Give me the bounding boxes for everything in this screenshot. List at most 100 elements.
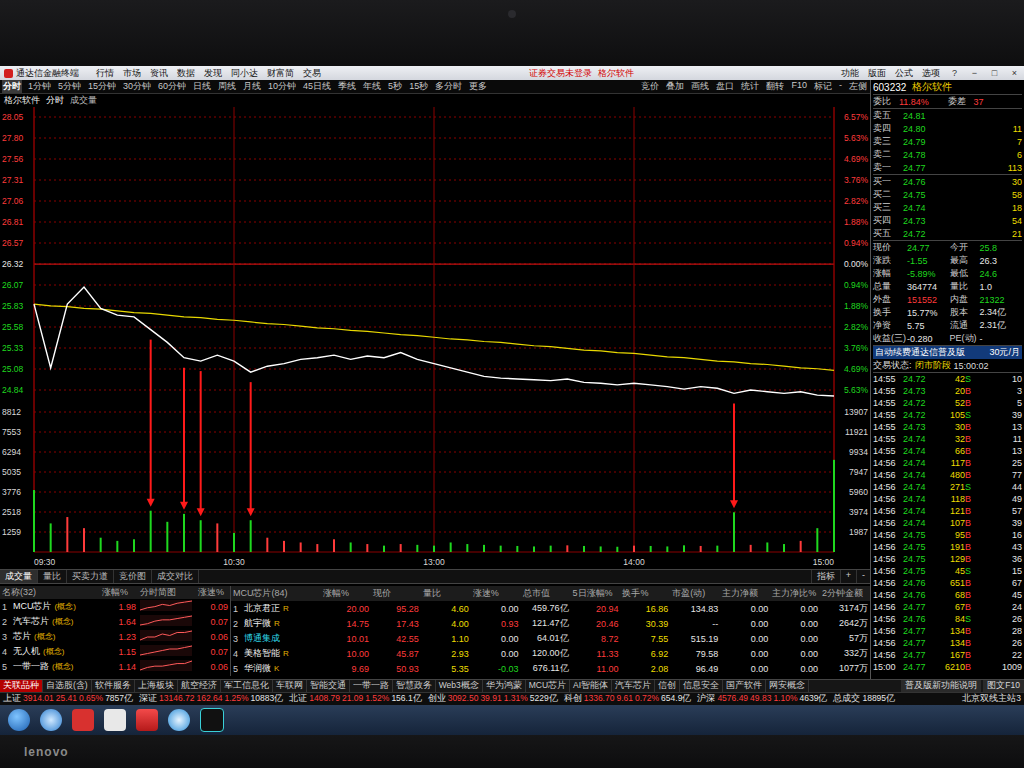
column-header[interactable]: 涨幅% xyxy=(321,587,371,600)
period-button[interactable]: 60分钟 xyxy=(157,80,187,93)
sheet-link[interactable]: 图文F10 xyxy=(983,680,1024,692)
trading-app-icon[interactable] xyxy=(136,709,158,731)
sheet-tab[interactable]: 车联网 xyxy=(273,680,307,692)
indicator-tab[interactable]: 竞价图 xyxy=(114,570,152,583)
period-button[interactable]: 5分钟 xyxy=(57,80,82,93)
action-button[interactable]: 叠加 xyxy=(665,80,685,93)
column-header[interactable]: MCU芯片(84) xyxy=(231,587,321,600)
period-button[interactable]: 15分钟 xyxy=(87,80,117,93)
column-header[interactable]: 主力净比% xyxy=(770,587,820,600)
wps-icon[interactable] xyxy=(72,709,94,731)
sector-row[interactable]: 3芯片(概念)1.230.06 xyxy=(0,629,230,644)
index-quote[interactable]: 创业3092.5039.911.31%5229亿 xyxy=(428,693,558,705)
period-button[interactable]: 5秒 xyxy=(387,80,403,93)
period-button[interactable]: 季线 xyxy=(337,80,357,93)
index-quote[interactable]: 上证3914.0125.410.65%7857亿 xyxy=(3,693,133,705)
folder-icon[interactable] xyxy=(104,709,126,731)
indicator-tab[interactable]: 量比 xyxy=(38,570,67,583)
indicator-button[interactable]: 指标 xyxy=(811,570,840,583)
indicator-button[interactable]: - xyxy=(856,570,870,583)
menu-item[interactable]: 财富简 xyxy=(267,67,294,80)
window-control[interactable]: × xyxy=(1009,68,1020,78)
tool-menu[interactable]: 公式 xyxy=(895,67,913,80)
column-header[interactable]: 涨幅% xyxy=(100,586,138,599)
period-button[interactable]: 周线 xyxy=(217,80,237,93)
sheet-tab[interactable]: 关联品种 xyxy=(0,680,43,692)
indicator-tab[interactable]: 成交量 xyxy=(0,570,38,583)
period-button[interactable]: 10分钟 xyxy=(267,80,297,93)
menu-item[interactable]: 资讯 xyxy=(150,67,168,80)
menu-item[interactable]: 市场 xyxy=(123,67,141,80)
period-button[interactable]: 更多 xyxy=(468,80,488,93)
sector-row[interactable]: 5一带一路(概念)1.140.06 xyxy=(0,659,230,674)
browser2-icon[interactable] xyxy=(168,709,190,731)
period-button[interactable]: 1分钟 xyxy=(27,80,52,93)
index-quote[interactable]: 沪深4576.4949.831.10%4639亿 xyxy=(697,693,827,705)
action-button[interactable]: F10 xyxy=(790,80,808,93)
period-button[interactable]: 多分时 xyxy=(434,80,463,93)
window-control[interactable]: □ xyxy=(989,68,1000,78)
stock-row[interactable]: 5华润微K9.6950.935.35-0.03676.11亿11.002.089… xyxy=(231,661,870,676)
sheet-tab[interactable]: 智能交通 xyxy=(307,680,350,692)
sheet-tab[interactable]: 智慧政务 xyxy=(393,680,436,692)
sheet-tab[interactable]: 军工信息化 xyxy=(221,680,273,692)
period-button[interactable]: 月线 xyxy=(242,80,262,93)
index-quote[interactable]: 科创1336.709.610.72%654.9亿 xyxy=(564,693,692,705)
column-header[interactable]: 主力净额 xyxy=(720,587,770,600)
column-header[interactable]: 名称(32) xyxy=(0,586,100,599)
action-button[interactable]: 翻转 xyxy=(765,80,785,93)
column-header[interactable]: 5日涨幅% xyxy=(571,587,621,600)
action-button[interactable]: - xyxy=(838,80,843,93)
action-button[interactable]: 标记 xyxy=(813,80,833,93)
stock-row[interactable]: 4美格智能R10.0045.872.930.00120.00亿11.336.92… xyxy=(231,646,870,661)
column-header[interactable]: 涨速% xyxy=(196,586,230,599)
stock-row[interactable]: 3博通集成10.0142.551.100.0064.01亿8.727.55515… xyxy=(231,631,870,646)
sector-row[interactable]: 1MCU芯片(概念)1.980.09 xyxy=(0,599,230,614)
menu-item[interactable]: 发现 xyxy=(204,67,222,80)
action-button[interactable]: 竞价 xyxy=(640,80,660,93)
column-header[interactable]: 换手% xyxy=(620,587,670,600)
period-button[interactable]: 年线 xyxy=(362,80,382,93)
sheet-tab[interactable]: 软件服务 xyxy=(92,680,135,692)
menu-item[interactable]: 交易 xyxy=(303,67,321,80)
index-quote[interactable]: 深证13146.72162.641.25%10883亿 xyxy=(139,693,283,705)
sheet-link[interactable]: 普及版新功能说明 xyxy=(901,680,981,692)
sheet-tab[interactable]: 信息安全 xyxy=(680,680,723,692)
sheet-tab[interactable]: 国产软件 xyxy=(723,680,766,692)
sheet-tab[interactable]: 一带一路 xyxy=(350,680,393,692)
sheet-tab[interactable]: 航空经济 xyxy=(178,680,221,692)
sheet-tab[interactable]: 华为鸿蒙 xyxy=(483,680,526,692)
period-button[interactable]: 45日线 xyxy=(302,80,332,93)
menu-item[interactable]: 数据 xyxy=(177,67,195,80)
indicator-tab[interactable]: 成交对比 xyxy=(152,570,199,583)
tool-menu[interactable]: 功能 xyxy=(841,67,859,80)
column-header[interactable]: 分时简图 xyxy=(138,586,196,599)
intraday-chart[interactable]: 28.0527.8027.5627.3127.0626.8126.5726.32… xyxy=(0,107,870,569)
menu-item[interactable]: 同小达 xyxy=(231,67,258,80)
sheet-tab[interactable]: 网安概念 xyxy=(766,680,809,692)
window-control[interactable]: ? xyxy=(949,68,960,78)
index-quote[interactable]: 北证1408.7921.091.52%156.1亿 xyxy=(289,693,421,705)
stock-row[interactable]: 1北京君正R20.0095.284.600.00459.76亿20.9416.8… xyxy=(231,601,870,616)
action-button[interactable]: 左侧 xyxy=(848,80,868,93)
period-button[interactable]: 15秒 xyxy=(408,80,429,93)
period-button[interactable]: 分时 xyxy=(2,80,22,93)
column-header[interactable]: 量比 xyxy=(421,587,471,600)
stock-row[interactable]: 2航宇微R14.7517.434.000.93121.47亿20.4630.39… xyxy=(231,616,870,631)
sheet-tab[interactable]: 信创 xyxy=(655,680,680,692)
sector-row[interactable]: 2汽车芯片(概念)1.640.07 xyxy=(0,614,230,629)
sheet-tab[interactable]: AI智能体 xyxy=(570,680,612,692)
indicator-button[interactable]: + xyxy=(840,570,856,583)
sheet-tab[interactable]: 自选股(含) xyxy=(43,680,92,692)
action-button[interactable]: 盘口 xyxy=(715,80,735,93)
sheet-tab[interactable]: 上海板块 xyxy=(135,680,178,692)
sheet-tab[interactable]: Web3概念 xyxy=(436,680,483,692)
column-header[interactable]: 现价 xyxy=(371,587,421,600)
period-button[interactable]: 30分钟 xyxy=(122,80,152,93)
action-button[interactable]: 统计 xyxy=(740,80,760,93)
subscription-ad[interactable]: 自动续费通达信普及版30元/月 xyxy=(873,346,1022,359)
browser-icon[interactable] xyxy=(40,709,62,731)
window-control[interactable]: − xyxy=(969,68,980,78)
sheet-tab[interactable]: MCU芯片 xyxy=(526,680,570,692)
tiktok-icon[interactable] xyxy=(200,708,224,732)
